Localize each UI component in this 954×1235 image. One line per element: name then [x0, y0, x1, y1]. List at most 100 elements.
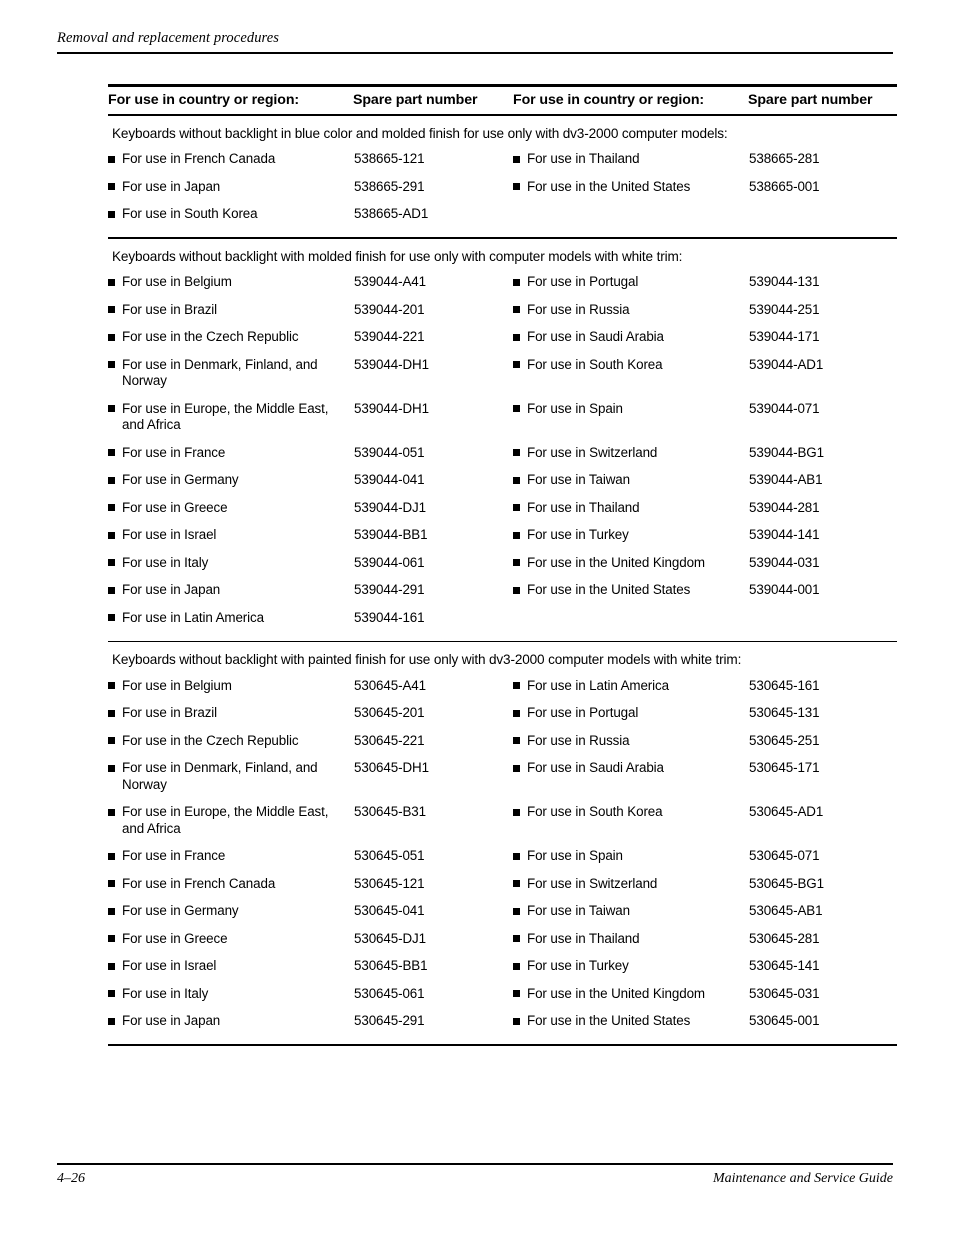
bullet-square-icon: [513, 880, 520, 888]
region-right-cell: For use in the United States: [513, 582, 748, 599]
table-row: For use in the Czech Republic 539044-221 F…: [108, 324, 897, 352]
spare-part-right-value: 530645-001: [749, 1013, 820, 1029]
region-left-cell: For use in Denmark, Finland, and Norway: [108, 760, 353, 793]
bullet-square-icon: [513, 990, 520, 998]
region-left-label: For use in Greece: [122, 930, 228, 946]
bullet-square-icon: [513, 935, 520, 943]
region-left-cell: For use in Greece: [108, 931, 353, 948]
table-section: Keyboards without backlight with molded …: [108, 239, 897, 641]
spare-part-right-value: 530645-AD1: [749, 804, 824, 820]
table-section: Keyboards without backlight with painted…: [108, 642, 897, 1044]
region-left-label: For use in Italy: [122, 985, 209, 1001]
region-right-label: For use in the United States: [527, 1013, 691, 1029]
spare-part-right-value: 539044-141: [749, 527, 820, 543]
section-caption: Keyboards without backlight with painted…: [112, 652, 742, 668]
spare-part-left-value: 539044-DJ1: [354, 499, 426, 515]
bullet-square-icon: [108, 709, 115, 717]
region-right-cell: For use in the United Kingdom: [513, 986, 748, 1003]
spare-part-right-value: 530645-251: [749, 732, 820, 748]
spare-part-left-value: 530645-B31: [354, 804, 426, 820]
region-right-cell: For use in Latin America: [513, 678, 748, 695]
bullet-square-icon: [108, 449, 115, 457]
spare-part-left-value: 539044-BB1: [354, 527, 428, 543]
spare-part-right-value: 539044-281: [749, 499, 820, 515]
region-right-cell: For use in Russia: [513, 302, 748, 319]
table-row: For use in Latin America 539044-161: [108, 604, 897, 632]
region-left-label: For use in Brazil: [122, 705, 218, 721]
column-header-region-right: For use in country or region:: [513, 92, 705, 108]
spare-part-right-value: 539044-071: [749, 400, 820, 416]
region-left-label: For use in Latin America: [122, 609, 264, 625]
region-left-label: For use in Japan: [122, 1013, 221, 1029]
bullet-square-icon: [108, 737, 115, 745]
spare-part-left-value: 539044-A41: [354, 274, 426, 290]
table-row: For use in Japan 538665-291 For use in the…: [108, 173, 897, 201]
spare-part-left-value: 539044-061: [354, 554, 425, 570]
region-right-cell: For use in Turkey: [513, 958, 748, 975]
column-header-part-left: Spare part number: [353, 92, 478, 108]
region-left-label: For use in Germany: [122, 472, 239, 488]
spare-part-right-value: 539044-BG1: [749, 444, 824, 460]
spare-part-right-value: 539044-AD1: [749, 356, 824, 372]
table-row: For use in France 530645-051 For use in Sp…: [108, 843, 897, 871]
region-left-label: For use in Israel: [122, 527, 217, 543]
spare-part-right-value: 539044-031: [749, 554, 820, 570]
spare-part-right-value: 539044-251: [749, 301, 820, 317]
region-left-cell: For use in French Canada: [108, 876, 353, 893]
bullet-square-icon: [108, 990, 115, 998]
region-right-label: For use in Turkey: [527, 527, 629, 543]
spare-part-left-value: 530645-061: [354, 985, 425, 1001]
region-right-cell: For use in Spain: [513, 401, 748, 418]
region-left-cell: For use in Japan: [108, 582, 353, 599]
spare-part-left-value: 539044-041: [354, 472, 425, 488]
bullet-square-icon: [108, 614, 115, 622]
region-right-cell: For use in the United Kingdom: [513, 555, 748, 572]
table-row: For use in Germany 530645-041 For use in T…: [108, 898, 897, 926]
region-left-cell: For use in South Korea: [108, 206, 353, 223]
spare-part-right-value: 530645-281: [749, 930, 820, 946]
region-right-cell: For use in Taiwan: [513, 472, 748, 489]
table-row: For use in Japan 530645-291 For use in the…: [108, 1008, 897, 1036]
region-left-cell: For use in Italy: [108, 986, 353, 1003]
bullet-square-icon: [108, 306, 115, 314]
bullet-square-icon: [108, 183, 115, 191]
section-rows: For use in Belgium 539044-A41 For use in P…: [108, 269, 897, 641]
spare-part-right-value: 530645-031: [749, 985, 820, 1001]
region-right-label: For use in Thailand: [527, 151, 640, 167]
bullet-square-icon: [513, 852, 520, 860]
region-right-cell: For use in Turkey: [513, 527, 748, 544]
bullet-square-icon: [108, 682, 115, 690]
region-right-label: For use in Saudi Arabia: [527, 760, 664, 776]
spare-part-right-value: 539044-171: [749, 329, 820, 345]
spare-part-right-value: 530645-071: [749, 848, 820, 864]
spare-part-left-value: 538665-121: [354, 151, 425, 167]
region-left-cell: For use in Brazil: [108, 705, 353, 722]
spare-part-left-value: 530645-051: [354, 848, 425, 864]
spare-part-left-value: 539044-201: [354, 301, 425, 317]
region-right-label: For use in the United States: [527, 178, 691, 194]
bullet-square-icon: [513, 907, 520, 915]
bullet-square-icon: [108, 808, 115, 816]
table-row: For use in Greece 539044-DJ1 For use in Th…: [108, 494, 897, 522]
bullet-square-icon: [513, 531, 520, 539]
region-right-cell: For use in Portugal: [513, 705, 748, 722]
bullet-square-icon: [108, 476, 115, 484]
spare-part-right-value: 539044-131: [749, 274, 820, 290]
table-row: For use in South Korea 538665-AD1: [108, 201, 897, 229]
region-right-cell: For use in Saudi Arabia: [513, 329, 748, 346]
bullet-square-icon: [513, 361, 520, 369]
spare-part-right-value: 539044-AB1: [749, 472, 823, 488]
region-right-cell: For use in Thailand: [513, 931, 748, 948]
region-left-cell: For use in the Czech Republic: [108, 329, 353, 346]
region-left-cell: For use in Latin America: [108, 610, 353, 627]
region-left-cell: For use in Germany: [108, 472, 353, 489]
region-left-cell: For use in Germany: [108, 903, 353, 920]
table-row: For use in Belgium 539044-A41 For use in P…: [108, 269, 897, 297]
region-right-label: For use in Thailand: [527, 499, 640, 515]
region-right-label: For use in Spain: [527, 400, 623, 416]
bullet-square-icon: [108, 504, 115, 512]
bullet-square-icon: [513, 586, 520, 594]
bullet-square-icon: [108, 278, 115, 286]
bullet-square-icon: [513, 476, 520, 484]
spare-part-left-value: 539044-291: [354, 582, 425, 598]
